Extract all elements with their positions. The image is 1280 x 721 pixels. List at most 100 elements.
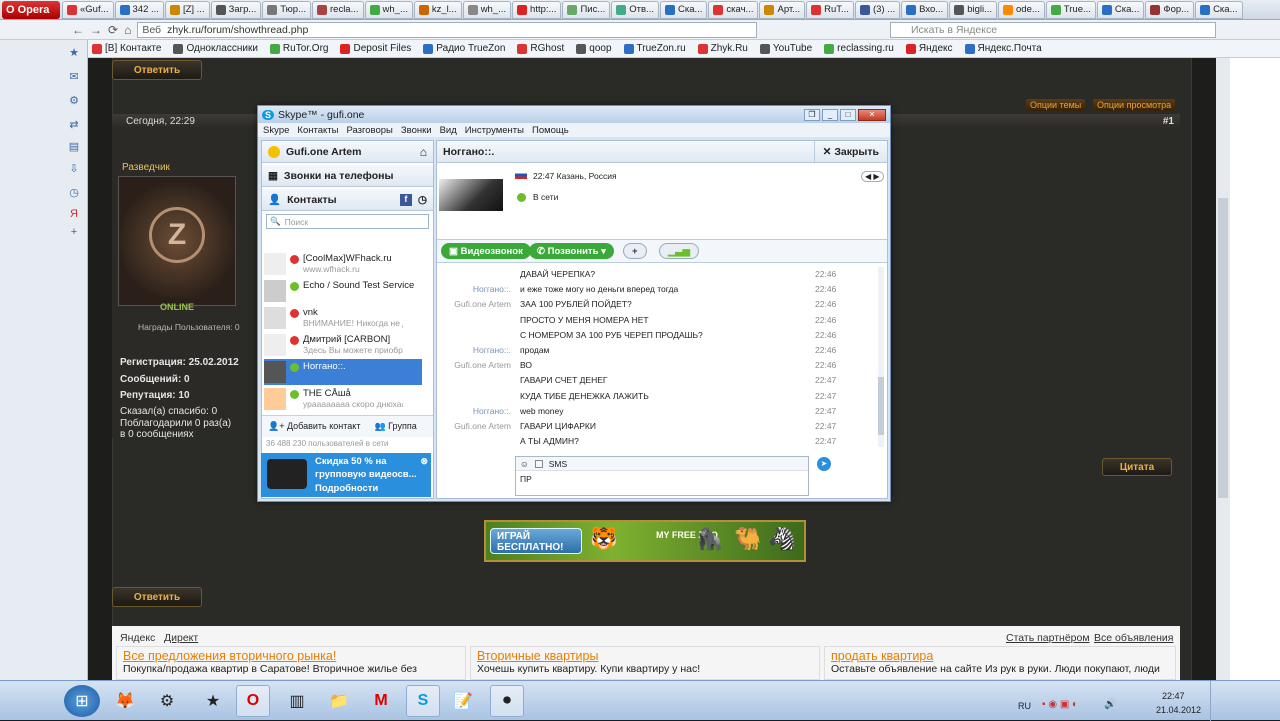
- add-participant-icon[interactable]: +: [623, 243, 647, 259]
- browser-tab[interactable]: wh_...: [462, 0, 512, 19]
- maximize-icon[interactable]: □: [840, 108, 856, 121]
- url-text[interactable]: zhyk.ru/forum/showthread.php: [167, 24, 308, 36]
- skype-menu-item[interactable]: Помощь: [532, 125, 569, 136]
- mail-icon[interactable]: ✉: [67, 70, 81, 84]
- message-compose-box[interactable]: ☺ SMS ПР: [515, 456, 809, 496]
- sms-checkbox[interactable]: [534, 459, 543, 468]
- bookmark-item[interactable]: reclassing.ru: [824, 43, 894, 54]
- contacts-tab[interactable]: 👤 Контакты f ◷: [262, 189, 433, 211]
- browser-tab[interactable]: http:...: [512, 0, 562, 19]
- browser-tab[interactable]: wh_...: [364, 0, 413, 19]
- home-icon[interactable]: ⌂: [124, 23, 131, 37]
- reply-button-bottom[interactable]: Ответить: [112, 587, 202, 607]
- forward-icon[interactable]: →: [90, 23, 102, 37]
- thread-options-button[interactable]: Опции темы: [1026, 99, 1086, 111]
- profile-header[interactable]: Gufi.one Artem ⌂: [262, 141, 433, 163]
- page-scroll-thumb[interactable]: [1218, 198, 1228, 498]
- back-icon[interactable]: ←: [72, 23, 84, 37]
- bookmark-item[interactable]: TrueZon.ru: [623, 43, 686, 54]
- contact-avatar[interactable]: [439, 179, 503, 211]
- ad-item[interactable]: Все предложения вторичного рынка! Покупк…: [116, 646, 466, 680]
- skype-taskbar-icon[interactable]: S: [406, 685, 440, 717]
- show-desktop-button[interactable]: [1210, 681, 1270, 721]
- yandex-icon[interactable]: Я: [67, 208, 81, 222]
- browser-tab[interactable]: Вхо...: [901, 0, 949, 19]
- all-ads-link[interactable]: Все объявления: [1094, 632, 1173, 644]
- recent-clock-icon[interactable]: ◷: [418, 194, 427, 206]
- share-icon[interactable]: ⇄: [67, 118, 81, 132]
- opera-taskbar-icon[interactable]: O: [236, 685, 270, 717]
- volume-icon[interactable]: 🔊: [1104, 699, 1116, 710]
- promo-details-link[interactable]: Подробности: [315, 482, 427, 495]
- browser-tab[interactable]: «Guf...: [62, 0, 114, 19]
- add-panel-icon[interactable]: +: [67, 226, 81, 240]
- tray-icons[interactable]: ▪ ◉ ▣ ◐: [1042, 699, 1078, 710]
- quote-button[interactable]: Цитата: [1102, 458, 1172, 476]
- browser-tab[interactable]: kz_l...: [413, 0, 462, 19]
- bookmarks-star-icon[interactable]: ★: [67, 46, 81, 60]
- notepad-icon[interactable]: 📝: [446, 685, 480, 717]
- user-avatar[interactable]: Z: [118, 176, 236, 306]
- video-call-button[interactable]: ▣ Видеозвонок: [441, 243, 531, 259]
- minimize-icon[interactable]: _: [822, 108, 838, 121]
- browser-tab[interactable]: Отв...: [611, 0, 659, 19]
- notes-icon[interactable]: ▤: [67, 140, 81, 154]
- contact-item[interactable]: vnkВНИМАНИЕ! Никогда не доб...: [264, 305, 422, 331]
- browser-tab[interactable]: Загр...: [210, 0, 262, 19]
- browser-tab[interactable]: recla...: [312, 0, 364, 19]
- browser-tab[interactable]: Ска...: [1195, 0, 1243, 19]
- calls-phones-button[interactable]: ▦ Звонки на телефоны: [262, 165, 433, 187]
- recorder-icon[interactable]: ⏺: [490, 685, 524, 717]
- browser-tab[interactable]: RuT...: [806, 0, 854, 19]
- skype-menu-item[interactable]: Вид: [440, 125, 457, 136]
- history-icon[interactable]: ◷: [67, 186, 81, 200]
- view-options-button[interactable]: Опции просмотра: [1093, 99, 1176, 111]
- download-icon[interactable]: ⇩: [67, 162, 81, 176]
- browser-tab[interactable]: 342 ...: [114, 0, 164, 19]
- skype-menu-item[interactable]: Звонки: [401, 125, 432, 136]
- promo-close-icon[interactable]: ⊗: [420, 455, 428, 468]
- browser-tab[interactable]: Ска...: [1096, 0, 1145, 19]
- promo-box[interactable]: Скидка 50 % на групповую видеосв... Подр…: [261, 453, 431, 497]
- contact-item[interactable]: Echo / Sound Test Service: [264, 278, 422, 304]
- bookmark-item[interactable]: Deposit Files: [340, 43, 411, 54]
- send-icon[interactable]: ➤: [817, 457, 831, 471]
- play-free-button[interactable]: ИГРАЙ БЕСПЛАТНО!: [490, 528, 582, 554]
- home-icon[interactable]: ⌂: [420, 145, 427, 159]
- bookmark-item[interactable]: Радио TrueZon: [423, 43, 505, 54]
- clock-time[interactable]: 22:47: [1162, 691, 1185, 701]
- become-partner-link[interactable]: Стать партнёром: [1006, 632, 1090, 644]
- ad-item[interactable]: Вторичные квартиры Хочешь купить квартир…: [470, 646, 820, 680]
- profile-pager[interactable]: ◀ ▶: [861, 171, 884, 182]
- restore-icon[interactable]: ❐: [804, 108, 820, 121]
- browser-tab[interactable]: ode...: [998, 0, 1045, 19]
- browser-tab[interactable]: Фор...: [1145, 0, 1195, 19]
- post-number[interactable]: #1: [1163, 116, 1180, 127]
- browser-tab[interactable]: Ска...: [659, 0, 708, 19]
- browser-tab[interactable]: Тюр...: [262, 0, 311, 19]
- bookmark-item[interactable]: qoop: [576, 43, 612, 54]
- browser-tab[interactable]: скач...: [708, 0, 759, 19]
- bookmark-item[interactable]: YouTube: [759, 43, 812, 54]
- reply-button-top[interactable]: Ответить: [112, 60, 202, 80]
- chat-scrollbar[interactable]: [878, 267, 884, 447]
- zoo-game-banner[interactable]: ИГРАЙ БЕСПЛАТНО! MY FREE ZOO 🐯 🦍 🐫 🦓: [484, 520, 806, 562]
- start-button[interactable]: ⊞: [64, 685, 100, 717]
- yandex-label[interactable]: Яндекс: [120, 632, 155, 644]
- emoticon-icon[interactable]: ☺: [520, 459, 529, 469]
- site-info-label[interactable]: Веб: [142, 24, 161, 36]
- browser-tab[interactable]: Арт...: [759, 0, 806, 19]
- search-input[interactable]: Искать в Яндексе: [890, 22, 1216, 38]
- clock-date[interactable]: 21.04.2012: [1156, 705, 1201, 715]
- firefox-icon[interactable]: 🦊: [108, 685, 142, 717]
- game-app-icon[interactable]: ★: [196, 685, 230, 717]
- bookmark-item[interactable]: RuTor.Org: [269, 43, 328, 54]
- reload-icon[interactable]: ⟳: [108, 23, 118, 37]
- browser-tab[interactable]: bigli...: [949, 0, 998, 19]
- skype-menu-item[interactable]: Skype: [263, 125, 289, 136]
- browser-tab[interactable]: [Z] ...: [164, 0, 210, 19]
- browser-tab[interactable]: Пис...: [562, 0, 611, 19]
- language-indicator[interactable]: RU: [1018, 701, 1031, 711]
- contact-item[interactable]: Дмитрий [CARBON]Здесь Вы можете приобрес…: [264, 332, 422, 358]
- skype-title-bar[interactable]: S Skype™ - gufi.one ❐ _ □ ✕: [258, 106, 890, 123]
